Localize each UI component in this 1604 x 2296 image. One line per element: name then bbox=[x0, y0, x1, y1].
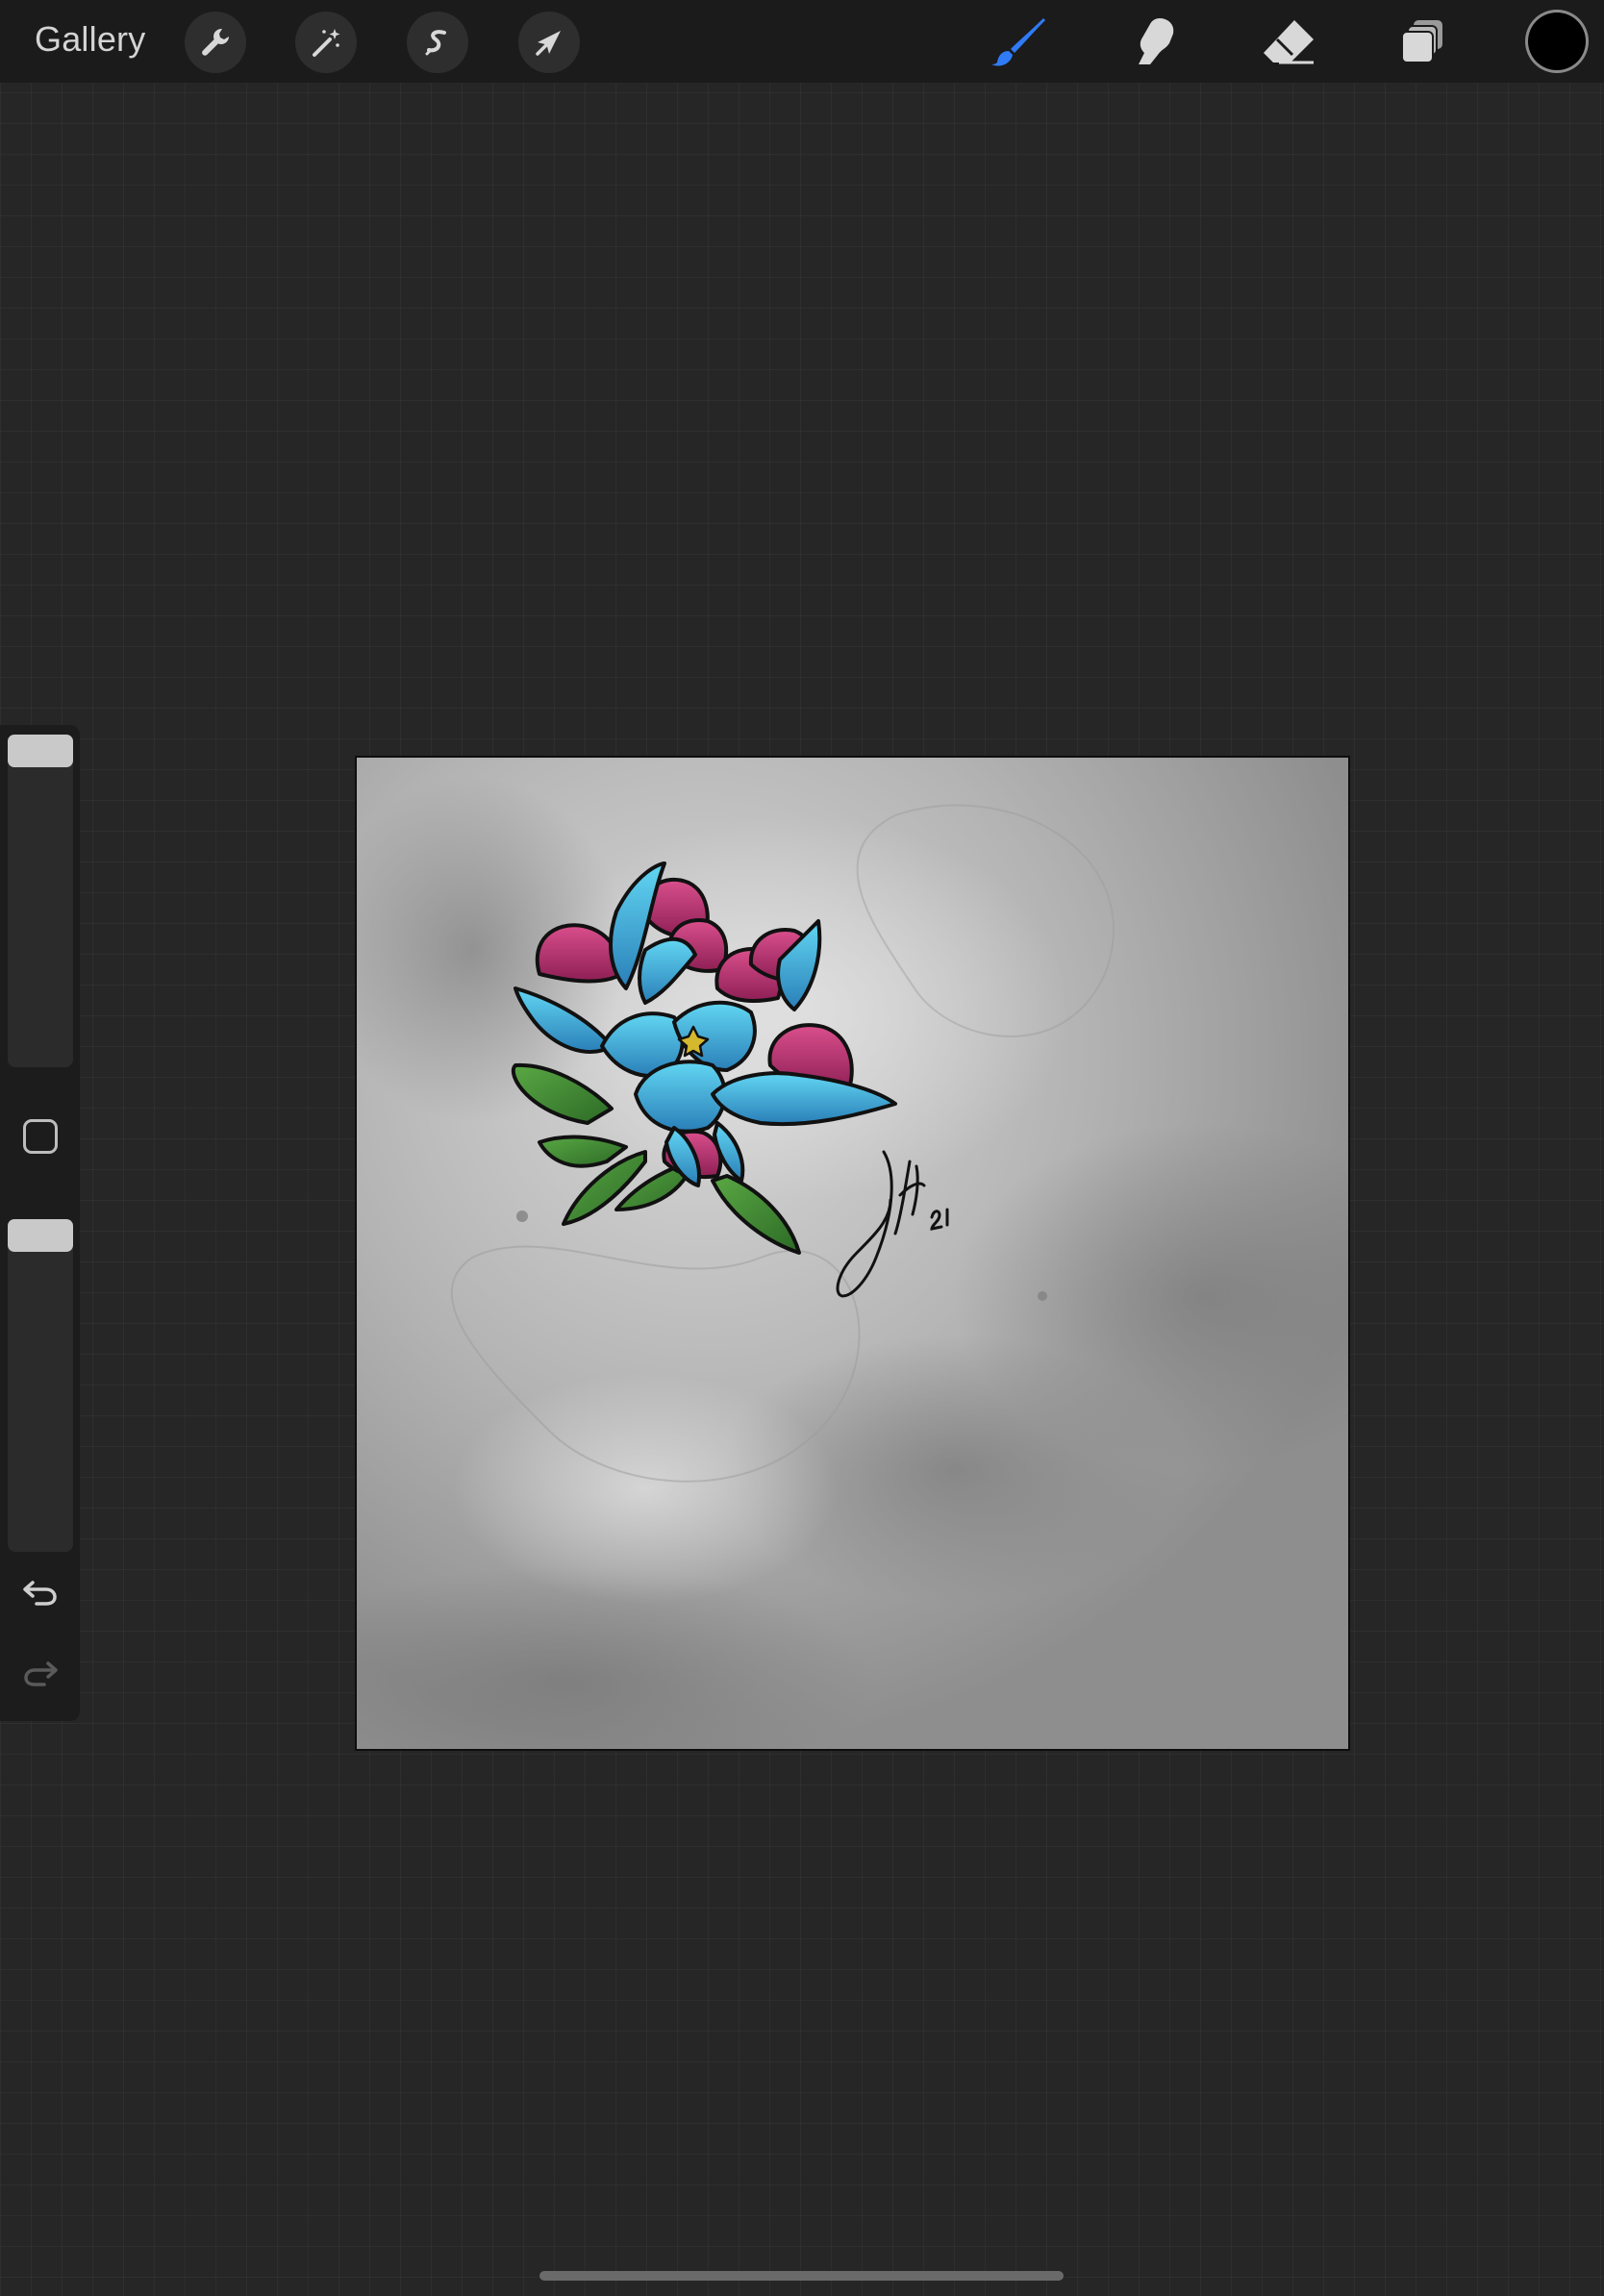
actions-button[interactable] bbox=[185, 12, 246, 73]
eraser-button[interactable] bbox=[1255, 10, 1322, 73]
home-indicator[interactable] bbox=[539, 2271, 1064, 2281]
eraser-icon bbox=[1264, 20, 1314, 64]
redo-button[interactable] bbox=[19, 1652, 62, 1694]
smudge-button[interactable] bbox=[1120, 10, 1188, 73]
transform-button[interactable] bbox=[518, 12, 580, 73]
selection-s-icon bbox=[425, 30, 446, 56]
undo-icon bbox=[23, 1581, 57, 1606]
drawing-canvas[interactable] bbox=[355, 756, 1350, 1751]
selection-button[interactable] bbox=[407, 12, 468, 73]
wrench-icon bbox=[202, 29, 230, 56]
top-toolbar: Gallery bbox=[0, 0, 1604, 83]
brush-button[interactable] bbox=[986, 10, 1053, 73]
adjustments-button[interactable] bbox=[295, 12, 357, 73]
layers-icon bbox=[1401, 20, 1442, 63]
undo-button[interactable] bbox=[19, 1571, 62, 1613]
artwork bbox=[357, 758, 1348, 1749]
left-sidebar bbox=[0, 725, 80, 1721]
magic-wand-icon bbox=[313, 29, 340, 57]
brush-icon bbox=[991, 18, 1045, 66]
brush-opacity-slider-thumb[interactable] bbox=[8, 1219, 73, 1252]
modify-button[interactable] bbox=[23, 1119, 58, 1154]
brush-size-slider-thumb[interactable] bbox=[8, 735, 73, 767]
arrow-cursor-icon bbox=[536, 31, 561, 56]
brush-size-slider[interactable] bbox=[8, 735, 73, 1067]
layers-button[interactable] bbox=[1390, 10, 1457, 73]
smudge-finger-icon bbox=[1139, 18, 1174, 64]
brush-opacity-slider[interactable] bbox=[8, 1219, 73, 1552]
redo-icon bbox=[24, 1661, 58, 1686]
color-picker-button[interactable] bbox=[1528, 12, 1586, 70]
gallery-button[interactable]: Gallery bbox=[35, 19, 145, 60]
